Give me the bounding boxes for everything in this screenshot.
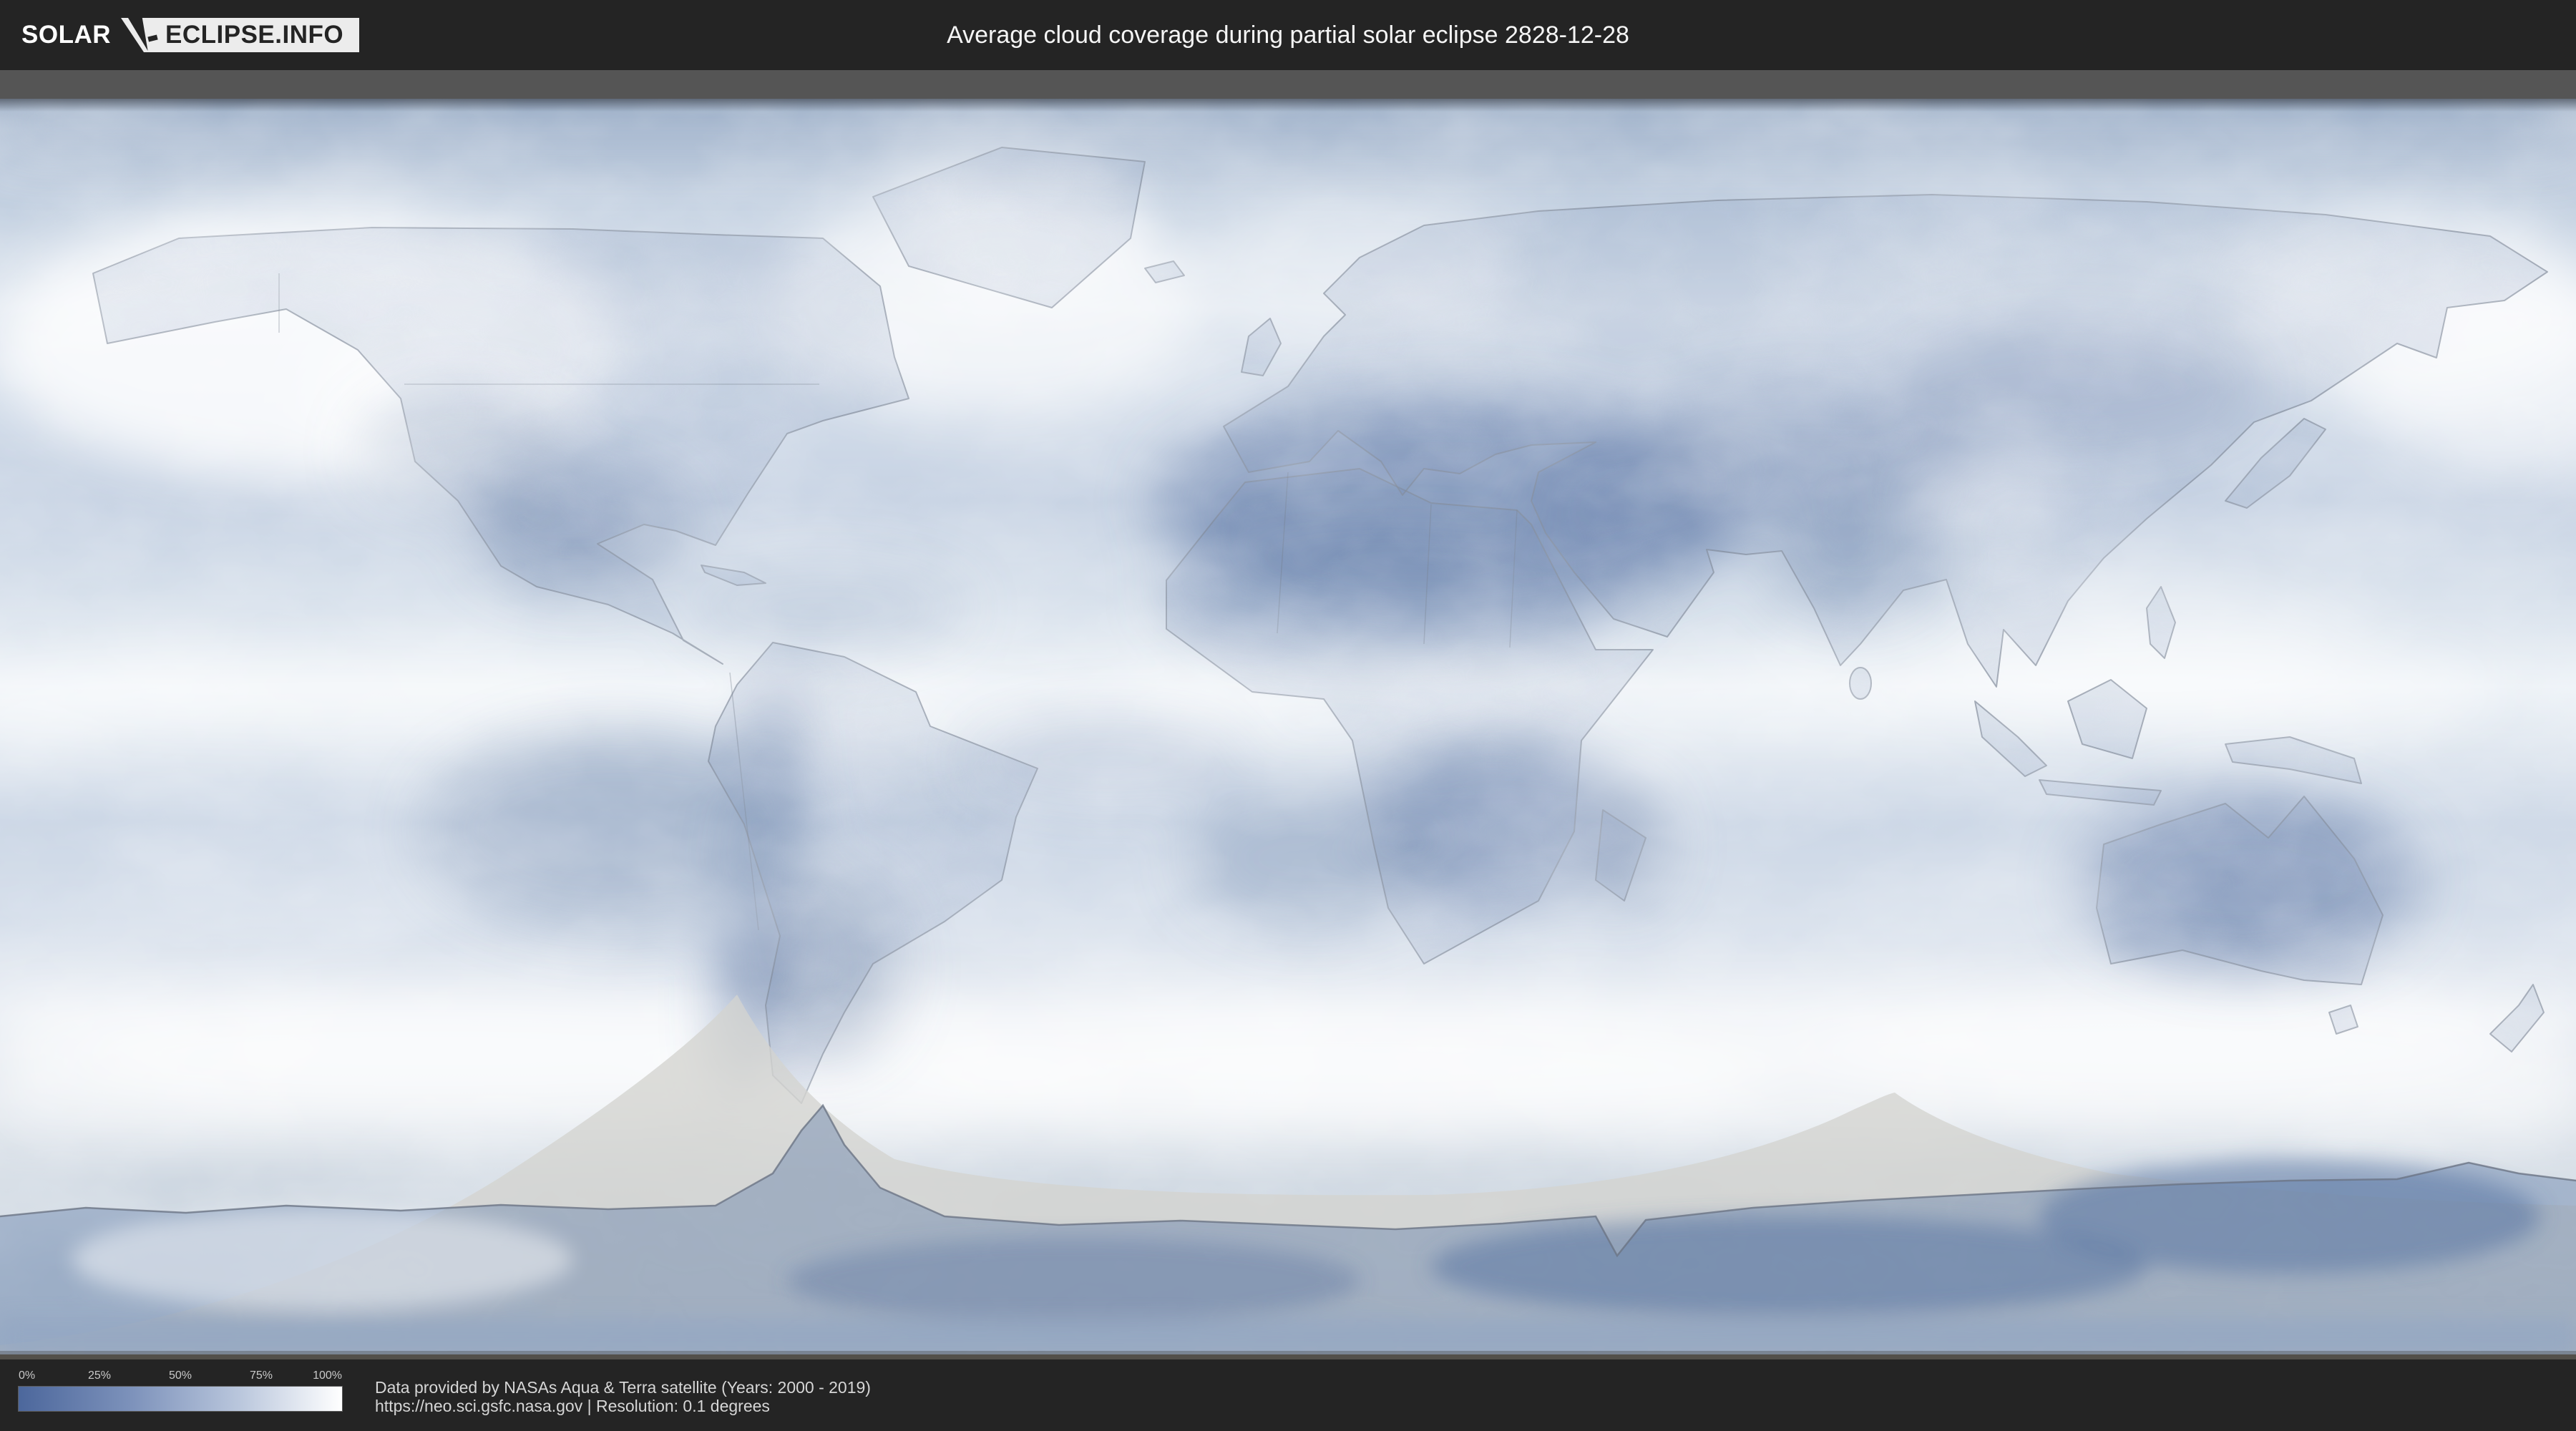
legend-tick-label: 75%: [249, 1369, 273, 1382]
legend-tick-label: 100%: [313, 1369, 342, 1382]
page: SOLAR ECLIPSE.INFO Average cloud coverag…: [0, 0, 2576, 1431]
data-url-line: https://neo.sci.gsfc.nasa.gov | Resoluti…: [375, 1397, 770, 1415]
page-title: Average cloud coverage during partial so…: [947, 21, 1629, 49]
world-map-svg: [0, 99, 2576, 1354]
data-source-line: Data provided by NASAs Aqua & Terra sate…: [375, 1378, 871, 1397]
cloud-coverage-legend: 0% 25% 50% 75% 100%: [19, 1369, 342, 1411]
cloud-coverage-map: [0, 99, 2576, 1354]
legend-tick-labels: 0% 25% 50% 75% 100%: [19, 1369, 342, 1385]
map-bottom-divider: [0, 1354, 2576, 1359]
map-top-shade: [0, 99, 2576, 112]
legend-gradient-bar: [19, 1387, 342, 1411]
legend-tick-label: 50%: [168, 1369, 192, 1382]
header-bar: SOLAR ECLIPSE.INFO Average cloud coverag…: [0, 0, 2576, 70]
data-credits: Data provided by NASAs Aqua & Terra sate…: [375, 1378, 871, 1415]
header-divider: [0, 70, 2576, 99]
legend-tick-label: 0%: [19, 1369, 36, 1382]
footer-bar: 0% 25% 50% 75% 100% Data provided by NAS…: [0, 1359, 2576, 1431]
legend-tick-label: 25%: [87, 1369, 112, 1382]
